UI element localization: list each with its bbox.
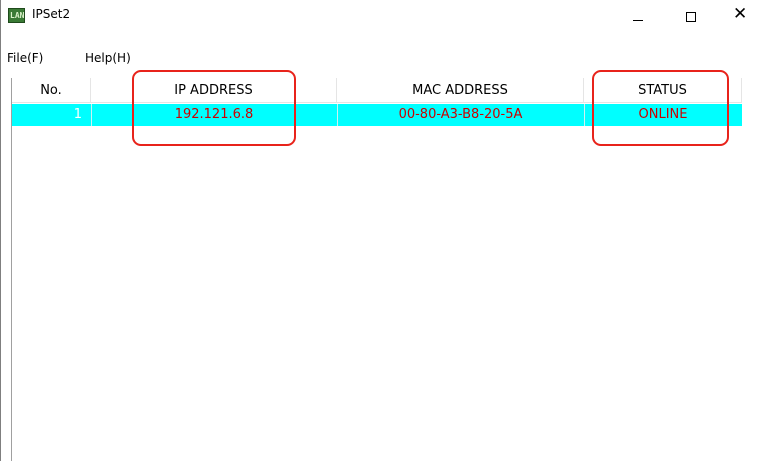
- ipset2-window: LAN IPSet2 ✕ File(F) Help(H) No. IP ADDR…: [0, 0, 768, 461]
- close-icon: ✕: [733, 4, 748, 24]
- ip-address-highlight: [132, 70, 296, 146]
- column-header-no[interactable]: No.: [12, 78, 91, 103]
- title-bar[interactable]: LAN IPSet2 ✕: [1, 0, 768, 32]
- maximize-icon: [686, 12, 696, 22]
- column-header-mac-address[interactable]: MAC ADDRESS: [337, 78, 584, 103]
- row-mac-address: 00-80-A3-B8-20-5A: [398, 107, 523, 122]
- window-title: IPSet2: [32, 7, 71, 21]
- lan-icon: LAN: [8, 8, 25, 23]
- menu-bar: File(F) Help(H): [1, 49, 768, 67]
- status-highlight: [592, 70, 729, 146]
- minimize-icon: [633, 20, 643, 21]
- maximize-button[interactable]: [667, 0, 713, 32]
- menu-help[interactable]: Help(H): [85, 49, 131, 67]
- menu-file[interactable]: File(F): [7, 49, 43, 67]
- lan-icon-text: LAN: [10, 11, 25, 20]
- minimize-button[interactable]: [609, 0, 655, 32]
- row-number: 1: [73, 107, 82, 122]
- close-button[interactable]: ✕: [715, 0, 761, 32]
